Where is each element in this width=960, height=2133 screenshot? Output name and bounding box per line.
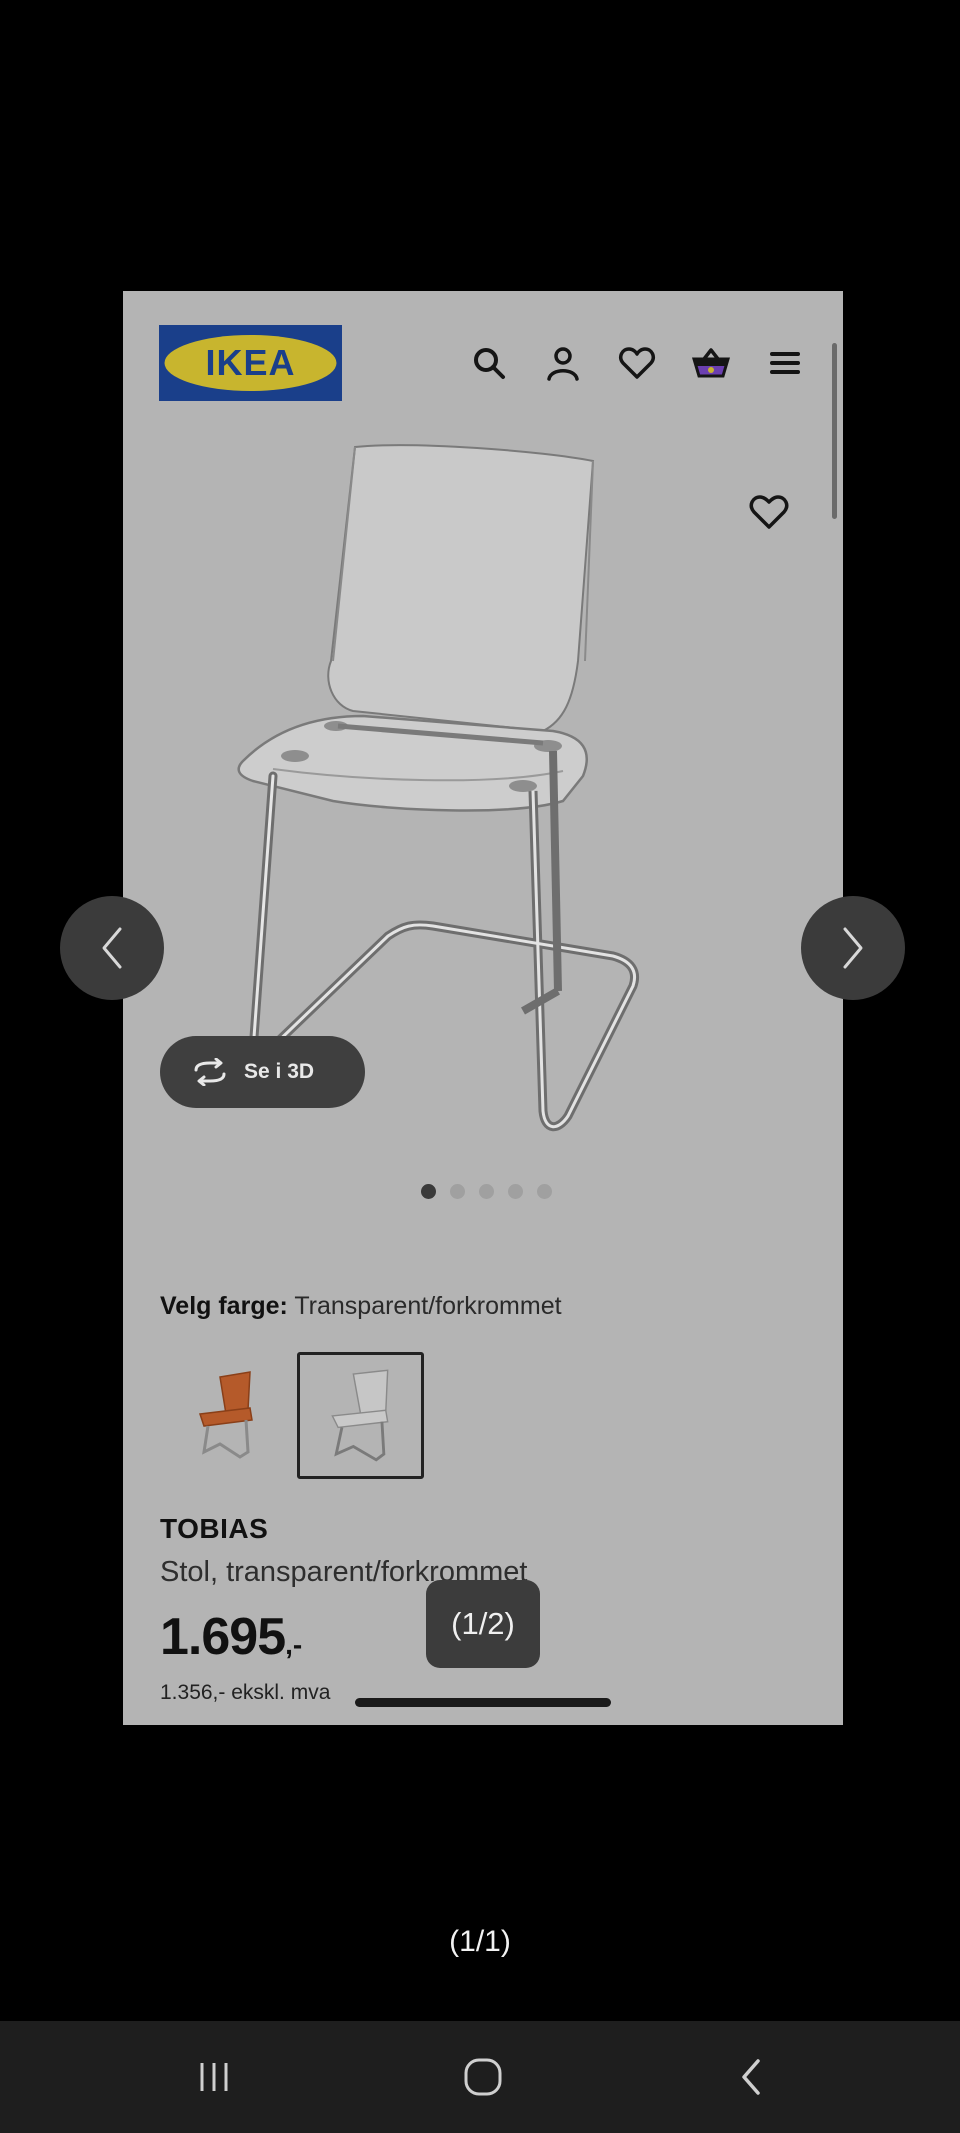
image-counter-outer: (1/1) [449, 1925, 511, 1958]
pagination-dot[interactable] [420, 1184, 436, 1199]
pagination-dot[interactable] [507, 1184, 523, 1199]
pagination-dot[interactable] [449, 1184, 465, 1199]
view-in-3d-button[interactable]: Se i 3D [160, 1036, 365, 1108]
price-excl-vat: 1.356,- ekskl. mva [160, 1681, 331, 1704]
image-counter-inner: (1/2) [426, 1580, 540, 1668]
swatch-transparent-chair[interactable] [297, 1352, 424, 1479]
ikea-logo[interactable]: IKEA [159, 325, 342, 401]
pagination-dot[interactable] [478, 1184, 494, 1199]
pagination-dot[interactable] [536, 1184, 552, 1199]
color-label-prefix: Velg farge: [160, 1292, 288, 1320]
basket-icon[interactable] [691, 343, 731, 383]
swatch-orange-chair[interactable] [160, 1352, 287, 1479]
recent-apps-button[interactable] [186, 2049, 242, 2105]
home-icon [464, 2058, 502, 2096]
wishlist-icon[interactable] [617, 343, 657, 383]
back-button[interactable] [724, 2049, 780, 2105]
system-navigation-bar [0, 2021, 960, 2133]
image-pagination-dots [123, 1184, 843, 1199]
back-icon [742, 2059, 760, 2095]
account-icon[interactable] [543, 343, 583, 383]
color-value: Transparent/forkrommet [294, 1292, 562, 1320]
previous-image-button[interactable] [60, 896, 164, 1000]
next-image-button[interactable] [801, 896, 905, 1000]
home-button[interactable] [455, 2049, 511, 2105]
site-header: IKEA [123, 291, 843, 431]
price-main: 1.695 [160, 1608, 286, 1666]
product-price: 1.695,- [160, 1607, 302, 1667]
price-suffix: ,- [285, 1629, 303, 1660]
screenshot-image: IKEA Se i 3D Velg farge: Transparent/for… [123, 291, 843, 1725]
favorite-heart-icon[interactable] [747, 490, 791, 534]
rotate-3d-icon [194, 1058, 226, 1086]
product-name: TOBIAS [160, 1513, 269, 1544]
menu-icon[interactable] [765, 343, 805, 383]
chevron-left-icon [102, 927, 122, 969]
recents-icon [200, 2063, 228, 2091]
home-indicator-bar [355, 1698, 611, 1707]
color-selector-label: Velg farge: Transparent/forkrommet [160, 1292, 562, 1321]
search-icon[interactable] [469, 343, 509, 383]
chevron-right-icon [843, 927, 863, 969]
view-in-3d-label: Se i 3D [244, 1060, 315, 1083]
svg-text:IKEA: IKEA [205, 342, 295, 383]
